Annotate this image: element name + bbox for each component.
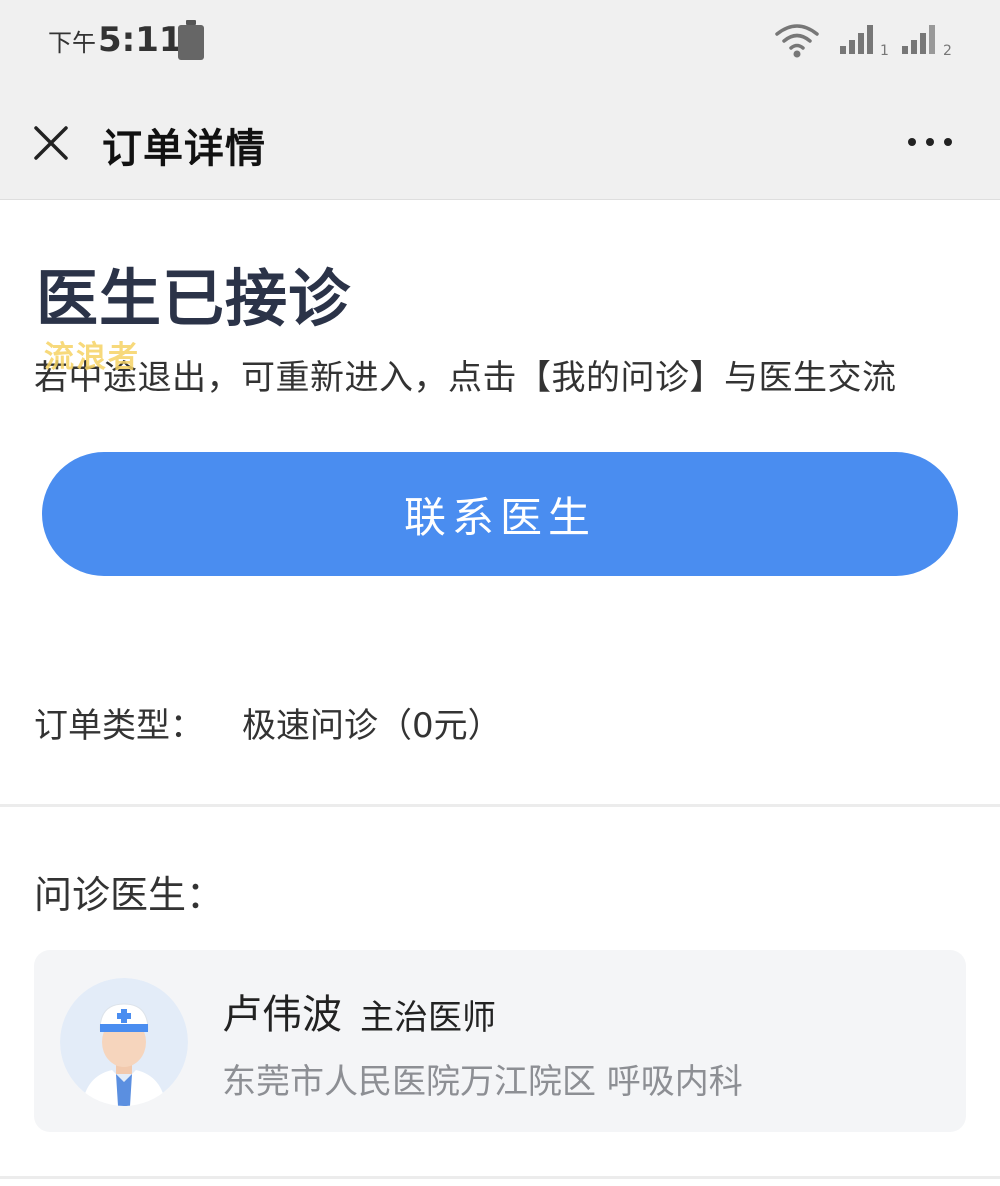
status-bar: 下午 5:11 1 2	[0, 0, 1000, 84]
order-status-hint: 若中途退出，可重新进入，点击【我的问诊】与医生交流	[34, 358, 897, 398]
divider	[0, 804, 1000, 807]
order-type-row: 订单类型： 极速问诊（0元）	[34, 698, 502, 747]
close-icon[interactable]	[28, 120, 74, 166]
doctor-section-label: 问诊医生：	[34, 873, 225, 917]
order-type-label: 订单类型：	[34, 706, 204, 746]
contact-doctor-button[interactable]: 联系医生	[42, 452, 958, 576]
nav-bar: 订单详情	[0, 84, 1000, 200]
order-type-value: 极速问诊（0元）	[242, 706, 502, 746]
divider	[0, 1176, 1000, 1179]
doctor-card[interactable]: 卢伟波 主治医师 东莞市人民医院万江院区 呼吸内科	[34, 950, 966, 1132]
more-icon[interactable]	[900, 124, 960, 160]
battery-icon	[178, 20, 204, 60]
doctor-hospital: 东莞市人民医院万江院区 呼吸内科	[222, 1062, 743, 1102]
watermark: 流浪者	[44, 340, 140, 375]
signal-icon: 1	[840, 25, 889, 59]
status-time: 下午 5:11	[48, 20, 183, 60]
status-clock: 5:11	[98, 20, 183, 60]
page-title: 订单详情	[102, 126, 266, 172]
signal2-label: 2	[943, 43, 952, 59]
wifi-icon	[775, 24, 819, 58]
doctor-name: 卢伟波	[222, 992, 342, 1038]
signal1-label: 1	[880, 43, 889, 59]
doctor-avatar-icon	[60, 978, 188, 1106]
doctor-title: 主治医师	[360, 998, 496, 1038]
status-ampm: 下午	[48, 29, 96, 57]
order-status-title: 医生已接诊	[36, 262, 352, 335]
signal-icon: 2	[902, 25, 952, 59]
